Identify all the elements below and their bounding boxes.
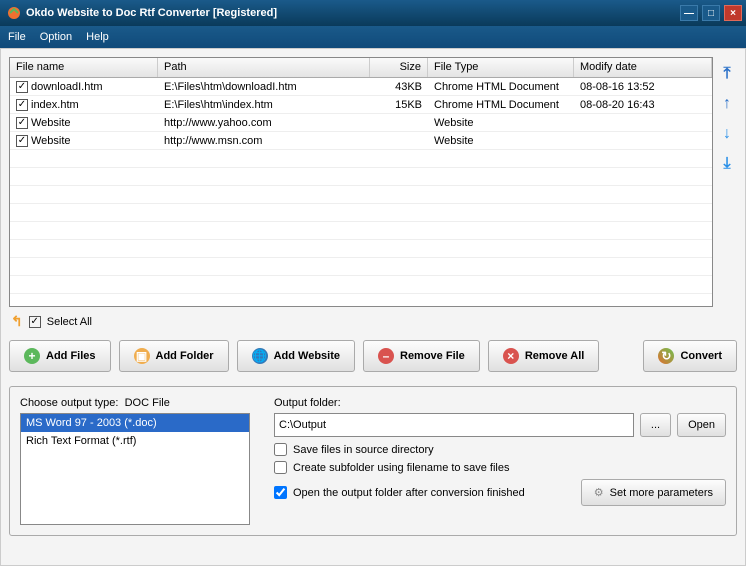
row-type: Website [428,135,574,147]
table-row[interactable]: ✓Websitehttp://www.yahoo.comWebsite [10,114,712,132]
set-more-parameters-button[interactable]: ⚙ Set more parameters [581,479,726,506]
output-type-item[interactable]: Rich Text Format (*.rtf) [21,432,249,450]
open-after-checkbox[interactable] [274,486,287,499]
save-in-source-label: Save files in source directory [293,444,434,456]
add-files-label: Add Files [46,350,96,362]
selectall-label: Select All [47,316,92,328]
output-type-label: Choose output type: DOC File [20,397,250,409]
gear-icon: ⚙ [594,486,604,499]
folder-icon: ▣ [134,348,150,364]
row-size: 15KB [370,99,428,111]
file-list[interactable]: File name Path Size File Type Modify dat… [9,57,713,307]
close-button[interactable]: × [724,5,742,21]
output-type-item[interactable]: MS Word 97 - 2003 (*.doc) [21,414,249,432]
row-path: E:\Files\htm\downloadI.htm [158,81,370,93]
save-in-source-checkbox[interactable] [274,443,287,456]
output-folder-label: Output folder: [274,397,726,409]
x-icon: × [503,348,519,364]
row-path: E:\Files\htm\index.htm [158,99,370,111]
row-type: Chrome HTML Document [428,81,574,93]
globe-icon: 🌐 [252,348,268,364]
row-path: http://www.msn.com [158,135,370,147]
row-mdate: 08-08-20 16:43 [574,99,712,111]
menu-file[interactable]: File [8,31,26,43]
col-modifydate[interactable]: Modify date [574,58,712,77]
add-website-button[interactable]: 🌐 Add Website [237,340,355,372]
remove-file-button[interactable]: –Remove File [363,340,480,372]
col-filename[interactable]: File name [10,58,158,77]
output-folder-input[interactable] [274,413,634,437]
row-path: http://www.yahoo.com [158,117,370,129]
plus-icon: + [24,348,40,364]
open-folder-button[interactable]: Open [677,413,726,437]
col-size[interactable]: Size [370,58,428,77]
row-checkbox[interactable]: ✓ [16,81,28,93]
selectall-checkbox[interactable]: ✓ [29,316,41,328]
move-down-icon[interactable]: ↓ [718,125,736,143]
output-type-list[interactable]: MS Word 97 - 2003 (*.doc)Rich Text Forma… [20,413,250,525]
row-filename: Website [31,117,71,129]
minimize-button[interactable]: — [680,5,698,21]
add-files-button[interactable]: + Add Files [9,340,111,372]
convert-label: Convert [680,350,722,362]
row-filename: downloadI.htm [31,81,103,93]
open-after-label: Open the output folder after conversion … [293,487,525,499]
menubar: File Option Help [0,26,746,48]
move-bottom-icon[interactable]: ⤓ [718,155,736,173]
remove-all-button[interactable]: × Remove All [488,340,600,372]
table-row[interactable]: ✓downloadI.htm E:\Files\htm\downloadI.htm… [10,78,712,96]
window-title: Okdo Website to Doc Rtf Converter [Regis… [26,7,680,19]
menu-help[interactable]: Help [86,31,109,43]
minus-icon: – [378,348,394,364]
row-checkbox[interactable]: ✓ [16,99,28,111]
add-folder-button[interactable]: ▣ Add Folder [119,340,229,372]
maximize-button[interactable]: □ [702,5,720,21]
menu-option[interactable]: Option [40,31,72,43]
create-subfolder-label: Create subfolder using filename to save … [293,462,509,474]
col-filetype[interactable]: File Type [428,58,574,77]
row-filename: Website [31,135,71,147]
add-website-label: Add Website [274,350,340,362]
table-row[interactable]: ✓index.htm E:\Files\htm\index.htm15KBChro… [10,96,712,114]
browse-button[interactable]: ... [640,413,671,437]
app-icon [6,5,22,21]
row-type: Website [428,117,574,129]
row-checkbox[interactable]: ✓ [16,117,28,129]
row-filename: index.htm [31,99,79,111]
row-mdate: 08-08-16 13:52 [574,81,712,93]
col-path[interactable]: Path [158,58,370,77]
row-type: Chrome HTML Document [428,99,574,111]
add-folder-label: Add Folder [156,350,214,362]
remove-all-label: Remove All [525,350,585,362]
create-subfolder-checkbox[interactable] [274,461,287,474]
row-size: 43KB [370,81,428,93]
convert-icon: ↻ [658,348,674,364]
up-level-icon[interactable]: ↰ [11,313,23,330]
move-top-icon[interactable]: ⤒ [718,65,736,83]
convert-button[interactable]: ↻ Convert [643,340,737,372]
file-list-header: File name Path Size File Type Modify dat… [10,58,712,78]
row-checkbox[interactable]: ✓ [16,135,28,147]
set-more-parameters-label: Set more parameters [610,487,713,499]
table-row[interactable]: ✓Websitehttp://www.msn.comWebsite [10,132,712,150]
remove-file-label: Remove File [400,350,465,362]
move-up-icon[interactable]: ↑ [718,95,736,113]
